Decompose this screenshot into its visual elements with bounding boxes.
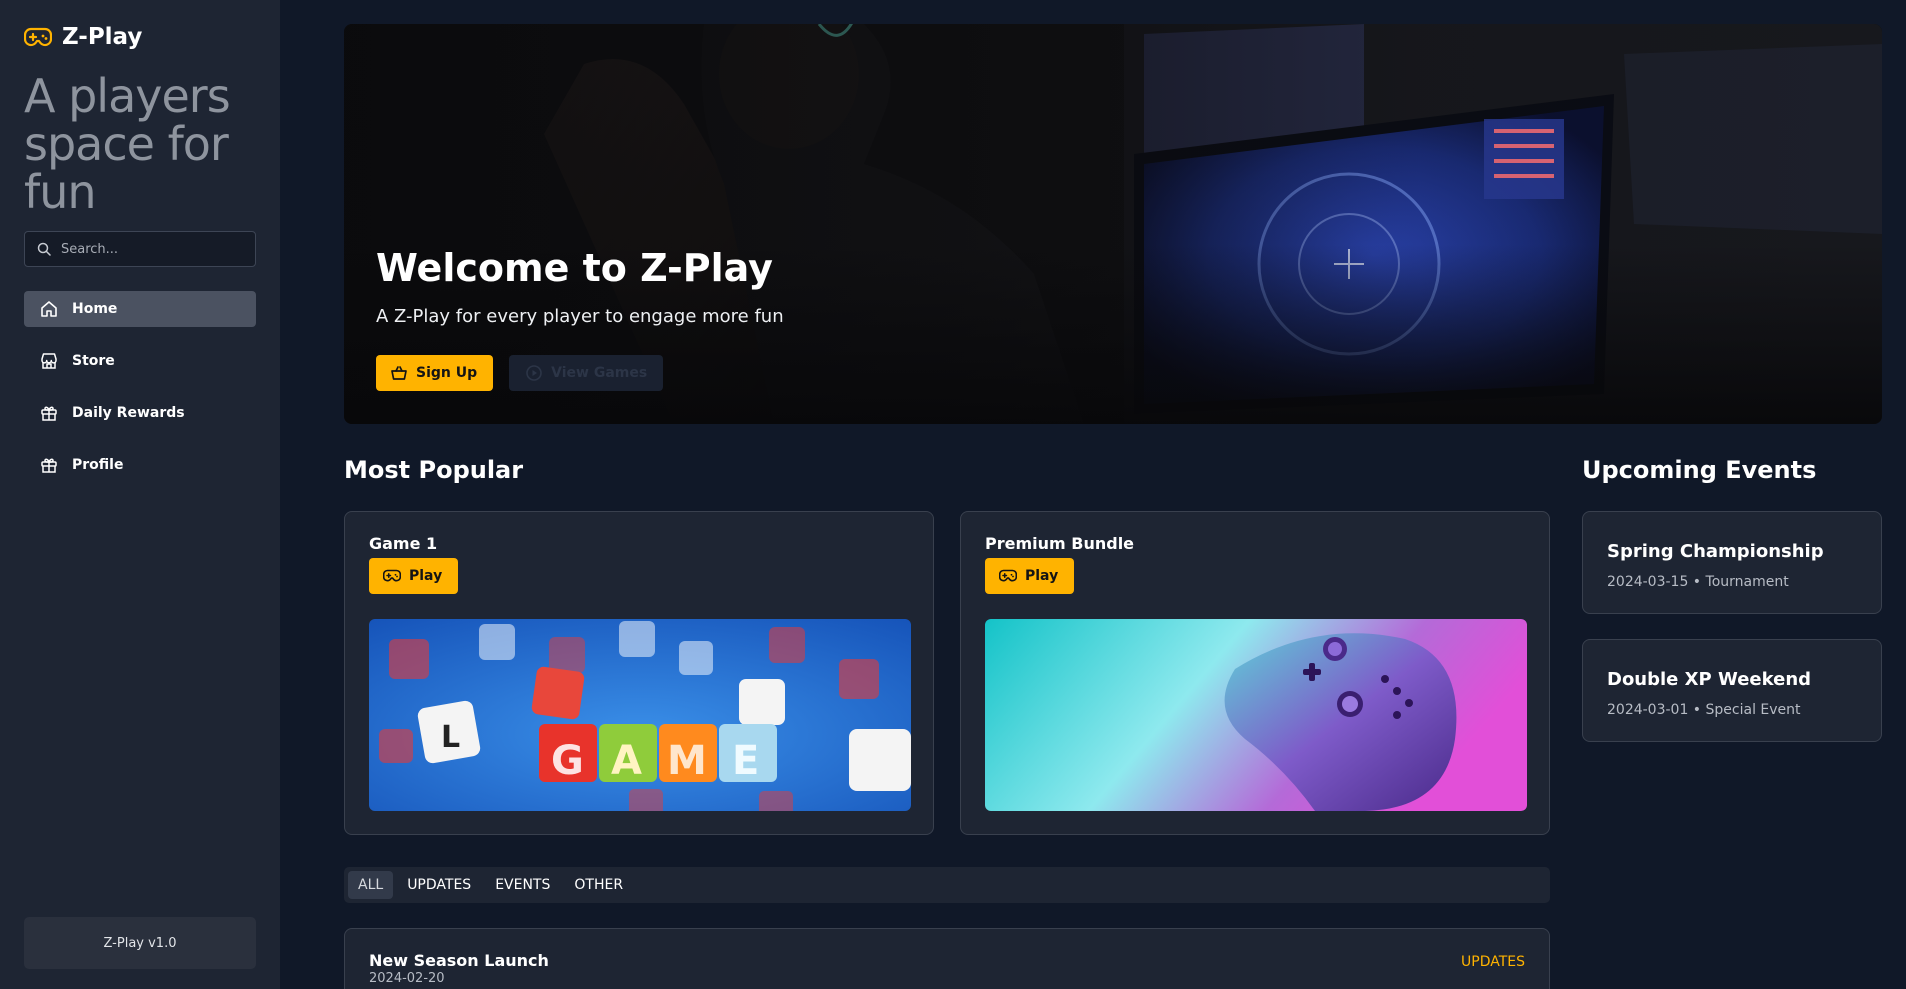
game-card[interactable]: Premium Bundle Play: [960, 511, 1550, 835]
home-icon: [40, 300, 58, 318]
tab-other[interactable]: OTHER: [564, 871, 633, 899]
news-title: New Season Launch: [369, 951, 549, 970]
svg-text:G: G: [551, 738, 584, 784]
game-card-image: L G A M E: [369, 619, 911, 811]
gamepad-icon: [383, 569, 401, 583]
sidebar-item-label: Store: [72, 353, 115, 369]
upcoming-events-heading: Upcoming Events: [1582, 456, 1817, 484]
event-meta: 2024-03-15 • Tournament: [1607, 574, 1789, 590]
event-meta: 2024-03-01 • Special Event: [1607, 702, 1801, 718]
tab-updates[interactable]: UPDATES: [397, 871, 481, 899]
play-circle-icon: [525, 364, 543, 382]
card-title: Premium Bundle: [985, 534, 1135, 553]
play-button[interactable]: Play: [369, 558, 459, 594]
news-item[interactable]: New Season Launch 2024-02-20 UPDATES: [344, 928, 1550, 989]
svg-text:M: M: [667, 738, 707, 784]
svg-text:E: E: [732, 738, 759, 784]
hero-subtitle: A Z-Play for every player to engage more…: [376, 306, 784, 327]
sidebar-item-home[interactable]: Home: [24, 291, 256, 327]
sign-up-label: Sign Up: [416, 365, 478, 381]
sidebar-item-label: Home: [72, 301, 118, 317]
basket-icon: [390, 364, 408, 382]
game-card[interactable]: Game 1 Play L G A M E: [344, 511, 934, 835]
search-box[interactable]: [24, 231, 256, 267]
gamepad-icon: [999, 569, 1017, 583]
sidebar-item-label: Profile: [72, 457, 124, 473]
card-title: Game 1: [369, 534, 438, 553]
sidebar: Z-Play A players space for fun Home Stor…: [0, 0, 280, 989]
most-popular-heading: Most Popular: [344, 456, 524, 484]
view-games-button[interactable]: View Games: [509, 355, 664, 391]
play-label: Play: [1025, 568, 1059, 584]
play-label: Play: [409, 568, 443, 584]
event-title: Double XP Weekend: [1607, 669, 1812, 690]
view-games-label: View Games: [551, 365, 648, 381]
tab-events[interactable]: EVENTS: [485, 871, 560, 899]
news-date: 2024-02-20: [369, 971, 445, 986]
event-card[interactable]: Double XP Weekend 2024-03-01 • Special E…: [1582, 639, 1882, 742]
sign-up-button[interactable]: Sign Up: [376, 355, 494, 391]
search-icon: [37, 242, 51, 256]
hero-title: Welcome to Z-Play: [376, 246, 773, 290]
svg-text:A: A: [611, 738, 642, 784]
news-category-tag: UPDATES: [1461, 954, 1525, 970]
brand[interactable]: Z-Play: [24, 24, 142, 50]
svg-text:L: L: [441, 720, 460, 755]
sidebar-item-store[interactable]: Store: [24, 343, 256, 379]
version-badge: Z-Play v1.0: [24, 917, 256, 969]
gift-icon: [40, 404, 58, 422]
sidebar-item-daily-rewards[interactable]: Daily Rewards: [24, 395, 256, 431]
tab-all[interactable]: ALL: [348, 871, 394, 899]
search-input[interactable]: [61, 241, 241, 257]
tagline: A players space for fun: [24, 69, 231, 219]
bundle-card-image: [985, 619, 1527, 811]
play-button[interactable]: Play: [985, 558, 1075, 594]
news-filter-tabs: ALL UPDATES EVENTS OTHER: [344, 867, 1550, 903]
event-title: Spring Championship: [1607, 541, 1824, 562]
gift-icon: [40, 456, 58, 474]
store-icon: [40, 352, 58, 370]
gamepad-icon: [24, 26, 52, 48]
event-card[interactable]: Spring Championship 2024-03-15 • Tournam…: [1582, 511, 1882, 614]
brand-name: Z-Play: [62, 24, 143, 50]
sidebar-nav: Home Store Daily Rewards Profile: [24, 291, 256, 499]
sidebar-item-label: Daily Rewards: [72, 405, 185, 421]
sidebar-item-profile[interactable]: Profile: [24, 447, 256, 483]
hero-actions: Sign Up View Games: [376, 355, 664, 391]
hero-banner: Welcome to Z-Play A Z-Play for every pla…: [344, 24, 1882, 424]
